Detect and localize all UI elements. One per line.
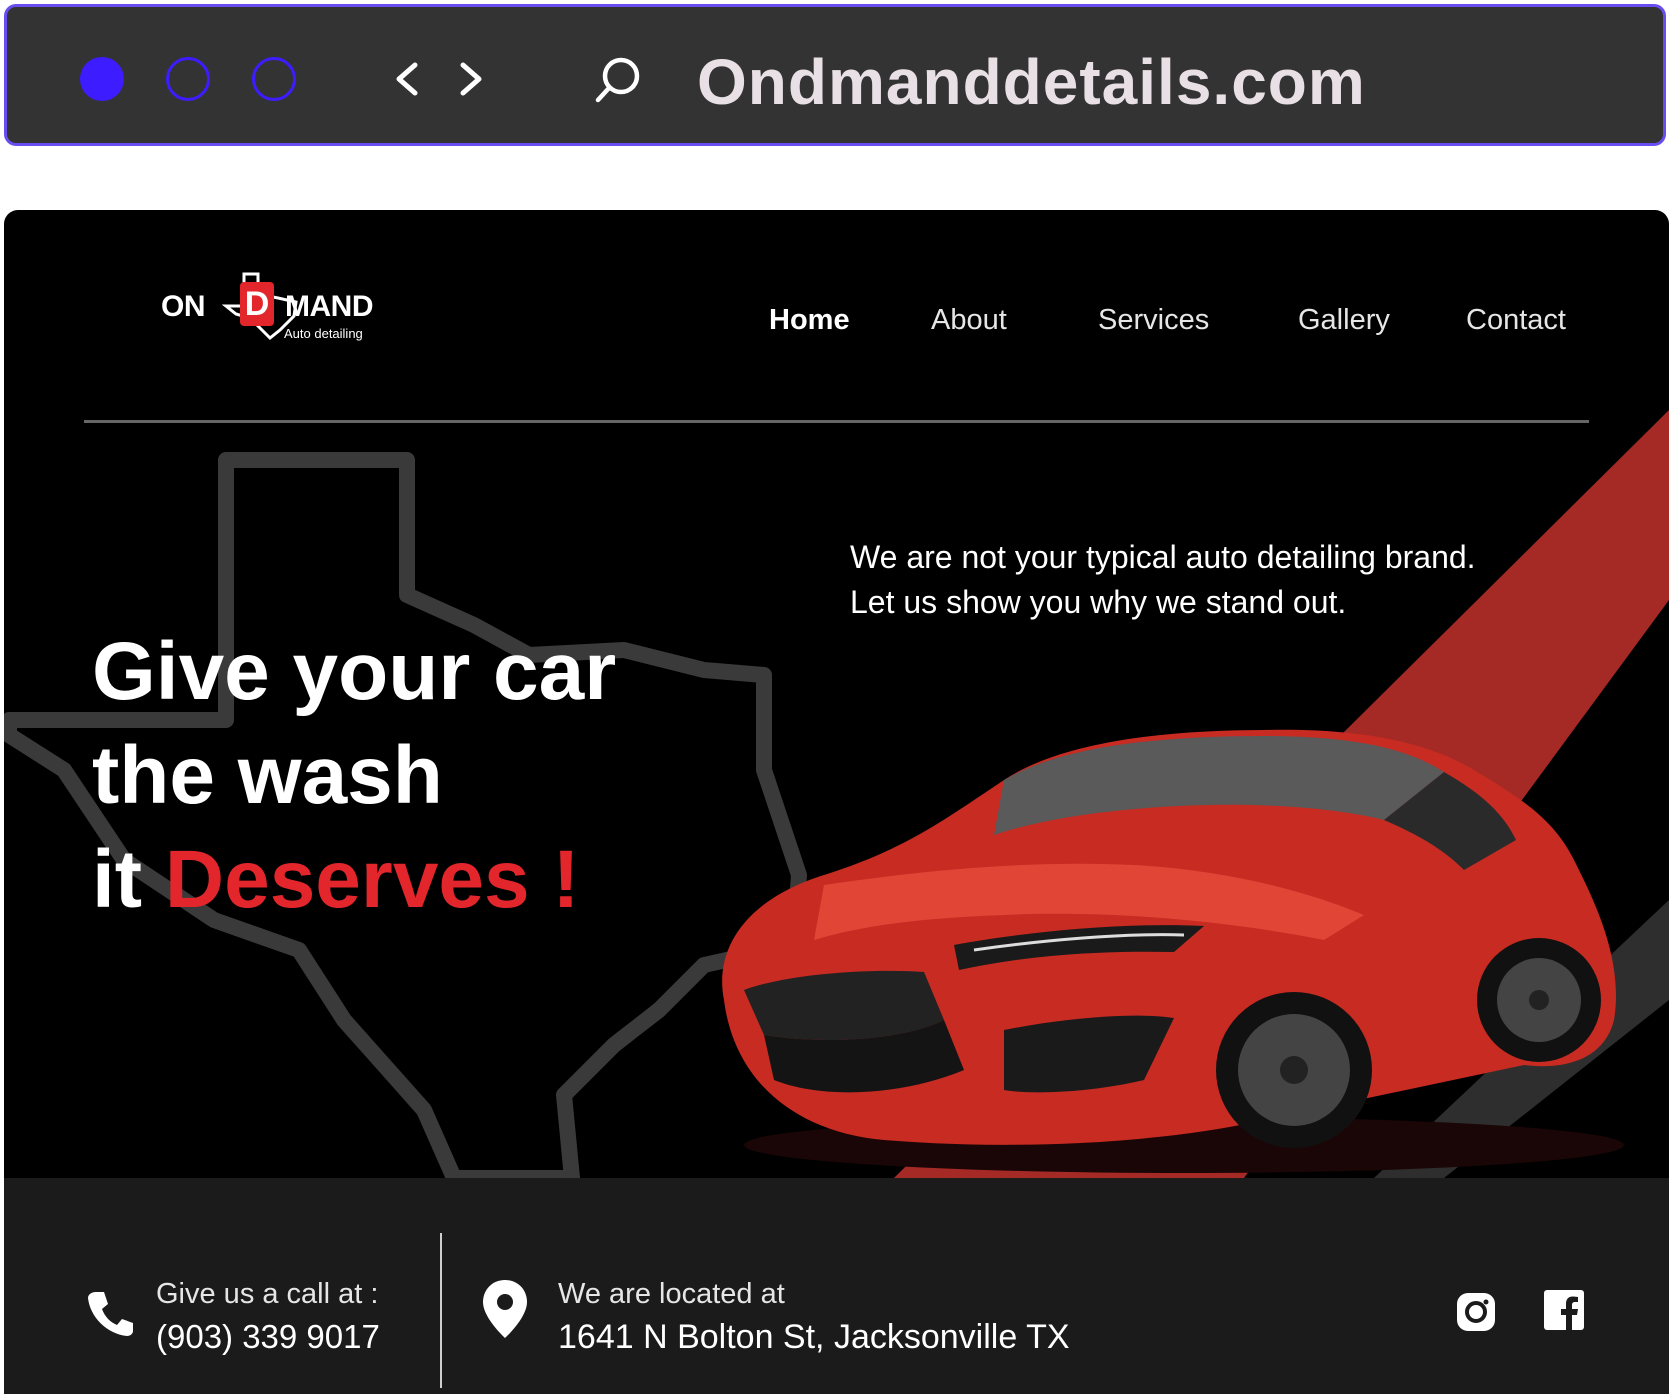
logo-text-on: ON: [161, 290, 206, 323]
logo-text-mand: MAND: [285, 290, 374, 323]
nav-about[interactable]: About: [931, 304, 1007, 337]
hero-tagline: We are not your typical auto detailing b…: [850, 535, 1570, 625]
window-minimize-dot[interactable]: [166, 57, 210, 101]
window-close-dot[interactable]: [80, 57, 124, 101]
tagline-line-1: We are not your typical auto detailing b…: [850, 539, 1476, 575]
location-pin-icon: [483, 1280, 527, 1338]
nav-home[interactable]: Home: [769, 304, 850, 337]
browser-toolbar: Ondmanddetails.com: [4, 4, 1666, 146]
headline-line-1: Give your car: [92, 626, 617, 717]
instagram-icon[interactable]: [1454, 1290, 1498, 1334]
logo-subtitle: Auto detailing: [284, 326, 363, 341]
headline-line-3: it Deserves !: [92, 828, 616, 932]
footer-separator: [440, 1233, 442, 1388]
search-icon[interactable]: [592, 54, 644, 106]
headline-line-2: the wash: [92, 730, 443, 821]
phone-number[interactable]: (903) 339 9017: [156, 1318, 380, 1356]
address-bar-url[interactable]: Ondmanddetails.com: [697, 45, 1366, 119]
back-arrow-icon[interactable]: [387, 57, 427, 101]
location-label: We are located at: [558, 1278, 785, 1310]
website-panel: ON D MAND Auto detailing Home About Serv…: [4, 210, 1669, 1394]
nav-contact[interactable]: Contact: [1466, 304, 1566, 337]
headline-prefix: it: [92, 834, 165, 925]
window-maximize-dot[interactable]: [252, 57, 296, 101]
red-sports-car-image: [722, 729, 1624, 1173]
header-divider: [84, 420, 1589, 423]
hero-headline: Give your car the wash it Deserves !: [92, 620, 616, 932]
forward-arrow-icon[interactable]: [451, 57, 491, 101]
nav-gallery[interactable]: Gallery: [1298, 304, 1390, 337]
phone-icon: [88, 1292, 133, 1336]
contact-footer: Give us a call at : (903) 339 9017 We ar…: [4, 1178, 1669, 1394]
headline-highlight: Deserves !: [164, 834, 580, 925]
brand-logo[interactable]: ON D MAND Auto detailing: [154, 272, 399, 356]
address-text[interactable]: 1641 N Bolton St, Jacksonville TX: [558, 1318, 1070, 1357]
logo-letter-d: D: [240, 282, 274, 326]
tagline-line-2: Let us show you why we stand out.: [850, 584, 1347, 620]
facebook-icon[interactable]: [1544, 1290, 1584, 1330]
nav-services[interactable]: Services: [1098, 304, 1209, 337]
call-label: Give us a call at :: [156, 1278, 379, 1310]
